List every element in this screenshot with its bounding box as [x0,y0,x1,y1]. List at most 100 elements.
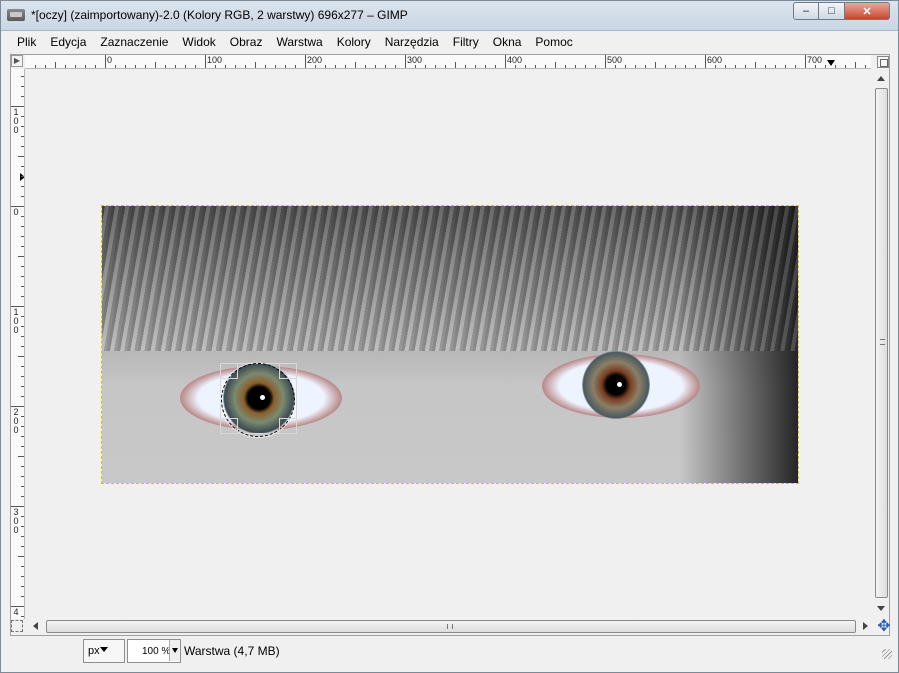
menu-pomoc[interactable]: Pomoc [535,35,572,49]
menu-narzedzia[interactable]: Narzędzia [385,35,439,49]
minimize-icon: – [802,5,810,17]
ruler-tick [195,65,196,68]
zoom-dropdown-button[interactable] [169,640,180,661]
scroll-right-arrow-icon[interactable] [863,622,868,630]
horizontal-scrollbar[interactable] [28,619,873,634]
ruler-tick [325,65,326,68]
ruler-tick [355,62,356,68]
ruler-tick [515,65,516,68]
menu-filtry[interactable]: Filtry [453,35,479,49]
ruler-tick [21,196,24,197]
gimp-icon [7,9,25,21]
ruler-tick [465,65,466,68]
ruler-tick [21,326,24,327]
ruler-tick [255,62,256,68]
close-icon: ✕ [862,5,872,18]
ruler-tick [21,336,24,337]
vertical-ruler[interactable]: 1 0 0 0 1 0 0 2 0 0 3 0 0 4 [11,69,25,619]
ruler-tick [18,256,24,257]
ruler-tick [805,55,806,68]
title-bar[interactable]: *[oczy] (zaimportowany)-2.0 (Kolory RGB,… [1,1,898,31]
vertical-scroll-thumb[interactable] [875,88,888,598]
ruler-tick [715,65,716,68]
horizontal-scroll-thumb[interactable] [46,620,856,633]
scroll-down-arrow-icon[interactable] [877,606,885,611]
ruler-tick [35,65,36,68]
image-canvas[interactable] [101,205,799,484]
ruler-label: 0 [107,55,113,65]
ruler-tick [21,266,24,267]
status-bar: px 100 % Warstwa (4,7 MB) [2,637,898,665]
ruler-tick [21,616,24,617]
ruler-tick [395,65,396,68]
ruler-tick [21,286,24,287]
menu-kolory[interactable]: Kolory [337,35,371,49]
ruler-tick [265,65,266,68]
scroll-up-arrow-icon[interactable] [877,76,885,81]
ruler-tick [21,346,24,347]
ruler-tick [275,65,276,68]
close-button[interactable]: ✕ [844,2,890,20]
ruler-tick [21,276,24,277]
ruler-tick [21,376,24,377]
selection-handle-top-left[interactable] [220,363,238,379]
horizontal-ruler[interactable]: 0 100 200 300 400 500 600 700 [25,55,871,69]
ruler-tick [125,65,126,68]
ruler-tick [575,65,576,68]
ruler-label: 3 0 0 [13,507,19,535]
quick-mask-icon[interactable] [11,620,23,632]
ruler-tick [21,496,24,497]
maximize-icon: □ [828,5,835,17]
ruler-position-marker-vertical [20,173,24,181]
ruler-tick [335,65,336,68]
ruler-tick [655,62,656,68]
ruler-tick [21,186,24,187]
chevron-down-icon[interactable] [100,647,108,652]
ruler-tick [435,65,436,68]
ruler-tick [21,416,24,417]
ruler-tick [475,65,476,68]
ruler-tick [21,536,24,537]
menu-obraz[interactable]: Obraz [230,35,263,49]
menu-okna[interactable]: Okna [493,35,522,49]
ruler-tick [495,65,496,68]
ruler-tick [675,65,676,68]
ruler-tick [55,62,56,68]
resize-grip-icon[interactable] [882,649,892,659]
ruler-tick [21,526,24,527]
ruler-tick [735,65,736,68]
menu-zaznaczenie[interactable]: Zaznaczenie [100,35,168,49]
zoom-to-window-icon[interactable] [877,56,889,68]
ruler-tick [385,65,386,68]
menu-widok[interactable]: Widok [182,35,215,49]
menu-edycja[interactable]: Edycja [50,35,86,49]
selection-handle-bottom-right[interactable] [279,418,297,434]
ruler-tick [21,476,24,477]
image-viewport[interactable] [26,70,874,617]
menu-warstwa[interactable]: Warstwa [276,35,322,49]
scroll-left-arrow-icon[interactable] [33,622,38,630]
ruler-tick [545,65,546,68]
ruler-position-marker [827,60,835,66]
minimize-button[interactable]: – [793,2,819,20]
ruler-label: 400 [507,55,523,65]
selection-handle-top-right[interactable] [279,363,297,379]
selection-handle-bottom-left[interactable] [220,418,238,434]
unit-value: px [88,645,100,657]
ruler-tick [21,176,24,177]
image-menu-button[interactable]: ▶ [11,55,23,67]
ruler-tick [21,166,24,167]
ruler-tick [365,65,366,68]
ruler-tick [18,456,24,457]
menu-plik[interactable]: Plik [17,35,36,49]
ruler-label: 500 [607,55,623,65]
maximize-button[interactable]: □ [818,2,845,20]
ruler-tick [21,76,24,77]
hair-texture [102,206,798,351]
ruler-tick [135,65,136,68]
ruler-tick [21,576,24,577]
vertical-scrollbar[interactable] [874,70,889,617]
ruler-tick [21,126,24,127]
ruler-label: 1 0 0 [13,307,19,335]
navigate-icon[interactable]: ✥ [876,619,892,635]
